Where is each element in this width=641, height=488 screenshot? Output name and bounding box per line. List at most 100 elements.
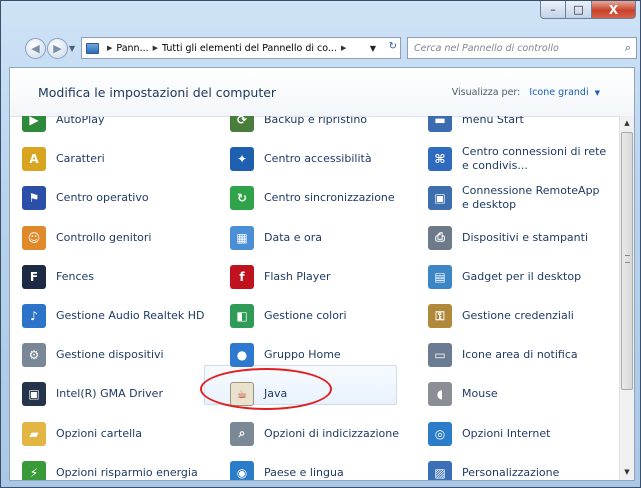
- item-label: Centro accessibilità: [264, 152, 372, 166]
- search-icon[interactable]: ⌕: [625, 41, 631, 55]
- item-label: Gestione credenziali: [462, 309, 574, 322]
- control-panel-item[interactable]: ⟳ Backup e ripristino: [230, 116, 420, 138]
- control-panel-item[interactable]: ✦ Centro accessibilità: [230, 141, 420, 177]
- control-panel-item[interactable]: A Caratteri: [22, 141, 212, 177]
- forward-button[interactable]: ▶: [47, 38, 68, 59]
- control-panel-item[interactable]: ⚡ Opzioni risparmio energia: [22, 455, 212, 480]
- control-panel-item[interactable]: ▭ Icone area di notifica: [428, 337, 608, 373]
- forward-arrow-icon: ▶: [53, 42, 62, 55]
- flag-icon: ⚑: [22, 186, 46, 211]
- item-label: Gadget per il desktop: [462, 269, 582, 283]
- item-label: Data e ora: [264, 230, 323, 244]
- control-panel-item[interactable]: F Fences: [22, 259, 212, 295]
- taskbar-icon: ▬: [428, 116, 452, 132]
- calendar-icon: ▦: [230, 225, 254, 250]
- item-label: Paese e lingua: [264, 465, 344, 479]
- control-panel-item[interactable]: ▣ Connessione RemoteApp e desktop: [428, 180, 608, 216]
- item-label: Controllo genitori: [56, 230, 152, 244]
- item-label: Dispositivi e stampanti: [462, 230, 589, 244]
- item-label: Caratteri: [56, 152, 105, 166]
- item-label: Opzioni di indicizzazione: [264, 426, 400, 440]
- parental-icon: ☺: [22, 225, 46, 250]
- item-label: Personalizzazione: [462, 465, 560, 479]
- remoteapp-icon: ▣: [428, 186, 452, 211]
- control-panel-item[interactable]: ⌕ Opzioni di indicizzazione: [230, 416, 420, 452]
- control-panel-item[interactable]: ◉ Paese e lingua: [230, 455, 420, 480]
- control-panel-item[interactable]: ▣ Intel(R) GMA Driver: [22, 376, 212, 412]
- item-label: Intel(R) GMA Driver: [56, 387, 163, 401]
- control-panel-item[interactable]: ▰ Opzioni cartella: [22, 416, 212, 452]
- scroll-down-button[interactable]: ▼: [620, 465, 634, 480]
- accessibility-icon: ✦: [230, 147, 254, 172]
- content-header: Modifica le impostazioni del computer Vi…: [10, 68, 634, 117]
- control-panel-item[interactable]: ♪ Gestione Audio Realtek HD: [22, 298, 212, 334]
- control-panel-item[interactable]: ◧ Gestione colori: [230, 298, 420, 334]
- audio-icon: ♪: [22, 304, 46, 328]
- item-label: Opzioni cartella: [56, 426, 142, 440]
- credentials-icon: ⚿: [428, 304, 452, 328]
- item-label: Centro connessioni di rete e condivis...: [462, 145, 607, 173]
- autoplay-icon: ▶: [22, 116, 46, 132]
- breadcrumb-item[interactable]: Pann...: [116, 43, 148, 54]
- search-box[interactable]: Cerca nel Pannello di controllo ⌕: [407, 37, 637, 59]
- item-label: Centro sincronizzazione: [264, 191, 395, 205]
- control-panel-item[interactable]: ▤ Gadget per il desktop: [428, 259, 608, 295]
- item-label: Opzioni risparmio energia: [56, 465, 198, 479]
- intel-icon: ▣: [22, 382, 46, 407]
- page-title: Modifica le impostazioni del computer: [38, 85, 277, 100]
- control-panel-item[interactable]: ▶ AutoPlay: [22, 116, 212, 138]
- control-panel-item[interactable]: ☺ Controllo genitori: [22, 220, 212, 256]
- control-panel-item[interactable]: ⎙ Dispositivi e stampanti: [428, 220, 608, 256]
- minimize-button[interactable]: –: [540, 1, 566, 19]
- close-button[interactable]: X: [592, 1, 636, 19]
- breadcrumb-separator: ▶: [152, 44, 159, 52]
- flash-icon: f: [230, 264, 254, 289]
- internet-options-icon: ◎: [428, 421, 452, 446]
- control-panel-item[interactable]: ▬ menu Start: [428, 116, 608, 138]
- scroll-thumb[interactable]: [621, 132, 633, 390]
- view-by-selector[interactable]: Icone grandi: [529, 87, 588, 98]
- control-panel-item[interactable]: ◎ Opzioni Internet: [428, 416, 608, 452]
- back-button[interactable]: ◀: [25, 38, 46, 59]
- homegroup-icon: ●: [230, 343, 254, 368]
- network-icon: ⌘: [428, 147, 452, 172]
- item-label: Fences: [56, 269, 95, 283]
- maximize-button[interactable]: □: [566, 1, 592, 19]
- color-management-icon: ◧: [230, 304, 254, 328]
- control-panel-item[interactable]: f Flash Player: [230, 259, 420, 295]
- item-label: Mouse: [462, 387, 498, 401]
- notification-area-icon: ▭: [428, 343, 452, 368]
- device-manager-icon: ⚙: [22, 343, 46, 368]
- control-panel-item[interactable]: ▦ Data e ora: [230, 220, 420, 256]
- mouse-icon: ◖: [428, 382, 452, 407]
- control-panel-item[interactable]: ⚙ Gestione dispositivi: [22, 337, 212, 373]
- search-input[interactable]: Cerca nel Pannello di controllo: [414, 43, 559, 54]
- address-dropdown[interactable]: ▼: [370, 44, 376, 53]
- printer-icon: ⎙: [428, 225, 452, 250]
- control-panel-item[interactable]: ⚑ Centro operativo: [22, 180, 212, 216]
- view-by: Visualizza per: Icone grandi ▼: [452, 87, 600, 98]
- breadcrumb-separator: ▶: [107, 44, 113, 52]
- control-panel-item[interactable]: ⌘ Centro connessioni di rete e condivis..…: [428, 141, 608, 177]
- control-panel-item[interactable]: ↻ Centro sincronizzazione: [230, 180, 420, 216]
- scroll-grip: [625, 255, 630, 263]
- control-panel-item[interactable]: ▨ Personalizzazione: [428, 455, 608, 480]
- breadcrumb-item[interactable]: Tutti gli elementi del Pannello di co...: [162, 43, 337, 54]
- address-bar[interactable]: ▶ Pann... ▶ Tutti gli elementi del Panne…: [81, 37, 401, 59]
- item-label: Gestione colori: [264, 309, 347, 322]
- item-label: Gestione Audio Realtek HD: [56, 309, 205, 322]
- control-panel-item[interactable]: ◖ Mouse: [428, 376, 608, 412]
- item-label: Flash Player: [264, 269, 331, 283]
- control-panel-item[interactable]: ⚿ Gestione credenziali: [428, 298, 608, 334]
- scroll-up-button[interactable]: ▲: [620, 116, 634, 131]
- refresh-icon[interactable]: ↻: [389, 41, 397, 52]
- vertical-scrollbar[interactable]: ▲ ▼: [619, 116, 634, 480]
- fences-icon: F: [22, 264, 46, 289]
- item-label: Icone area di notifica: [462, 348, 578, 362]
- recent-pages-dropdown[interactable]: ▼: [69, 44, 75, 53]
- breadcrumb-separator[interactable]: ▶: [341, 44, 346, 52]
- content-pane: Modifica le impostazioni del computer Vi…: [9, 67, 635, 481]
- control-panel-icon: [86, 42, 99, 54]
- chevron-down-icon[interactable]: ▼: [595, 89, 600, 97]
- item-label: AutoPlay: [56, 116, 105, 126]
